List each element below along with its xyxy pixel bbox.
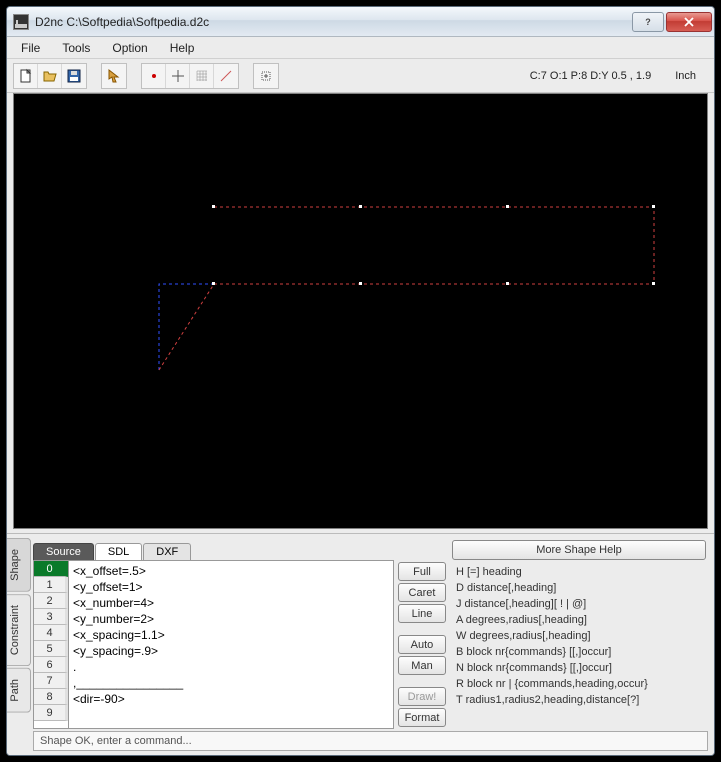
svg-text:?: ? [645,17,651,27]
line-icon[interactable] [214,64,238,88]
open-file-icon[interactable] [38,64,62,88]
toolbar: C:7 O:1 P:8 D:Y 0.5 , 1.9 Inch [7,59,714,93]
save-file-icon[interactable] [62,64,86,88]
man-button[interactable]: Man [398,656,446,675]
unit-label[interactable]: Inch [675,70,708,82]
vtab-path[interactable]: Path [7,668,31,713]
status-bar: Shape OK, enter a command... [33,731,708,751]
close-button[interactable] [666,12,712,32]
center-icon[interactable] [254,64,278,88]
caret-button[interactable]: Caret [398,583,446,602]
coord-status: C:7 O:1 P:8 D:Y 0.5 , 1.9 [530,70,675,82]
line-number-gutter[interactable]: 0 1 2 3 4 5 6 7 8 9 [33,560,69,729]
format-button[interactable]: Format [398,708,446,727]
menu-help[interactable]: Help [160,39,205,57]
vtab-shape[interactable]: Shape [7,538,31,592]
menubar: File Tools Option Help [7,37,714,59]
help-line: H [=] heading [456,564,706,580]
line-number[interactable]: 1 [34,577,68,593]
crosshair-icon[interactable] [166,64,190,88]
bottom-panel: Shape Constraint Path Source SDL DXF 0 [7,533,714,755]
drawing-canvas[interactable] [13,93,708,529]
line-number[interactable]: 3 [34,609,68,625]
line-number[interactable]: 7 [34,673,68,689]
window-title: D2nc C:\Softpedia\Softpedia.d2c [35,15,632,29]
help-button[interactable]: ? [632,12,664,32]
auto-button[interactable]: Auto [398,635,446,654]
new-file-icon[interactable] [14,64,38,88]
shape-help-list: H [=] heading D distance[,heading] J dis… [452,564,706,729]
line-number[interactable]: 8 [34,689,68,705]
help-line: D distance[,heading] [456,580,706,596]
menu-option[interactable]: Option [102,39,157,57]
titlebar: D2nc C:\Softpedia\Softpedia.d2c ? [7,7,714,37]
htab-sdl[interactable]: SDL [95,543,142,560]
app-icon [13,14,29,30]
source-editor[interactable]: <x_offset=.5> <y_offset=1> <x_number=4> … [69,560,394,729]
line-button[interactable]: Line [398,604,446,623]
line-number[interactable]: 6 [34,657,68,673]
status-text: Shape OK, enter a command... [40,735,192,747]
line-number[interactable]: 0 [34,561,68,577]
htab-dxf[interactable]: DXF [143,543,191,560]
full-button[interactable]: Full [398,562,446,581]
help-line: A degrees,radius[,heading] [456,612,706,628]
vtab-constraint[interactable]: Constraint [7,594,31,666]
line-number[interactable]: 5 [34,641,68,657]
point-icon[interactable] [142,64,166,88]
grid-icon[interactable] [190,64,214,88]
line-number[interactable]: 9 [34,705,68,721]
help-line: W degrees,radius[,heading] [456,628,706,644]
help-line: T radius1,radius2,heading,distance[?] [456,692,706,708]
help-line: B block nr{commands} [[,]occur] [456,644,706,660]
menu-file[interactable]: File [11,39,50,57]
help-line: J distance[,heading][ ! | @] [456,596,706,612]
help-line: N block nr{commands} [[,]occur] [456,660,706,676]
htab-source[interactable]: Source [33,543,94,560]
line-number[interactable]: 4 [34,625,68,641]
line-number[interactable]: 2 [34,593,68,609]
cursor-icon[interactable] [102,64,126,88]
draw-button[interactable]: Draw! [398,687,446,706]
menu-tools[interactable]: Tools [52,39,100,57]
help-line: R block nr | {commands,heading,occur} [456,676,706,692]
more-shape-help-button[interactable]: More Shape Help [452,540,706,560]
